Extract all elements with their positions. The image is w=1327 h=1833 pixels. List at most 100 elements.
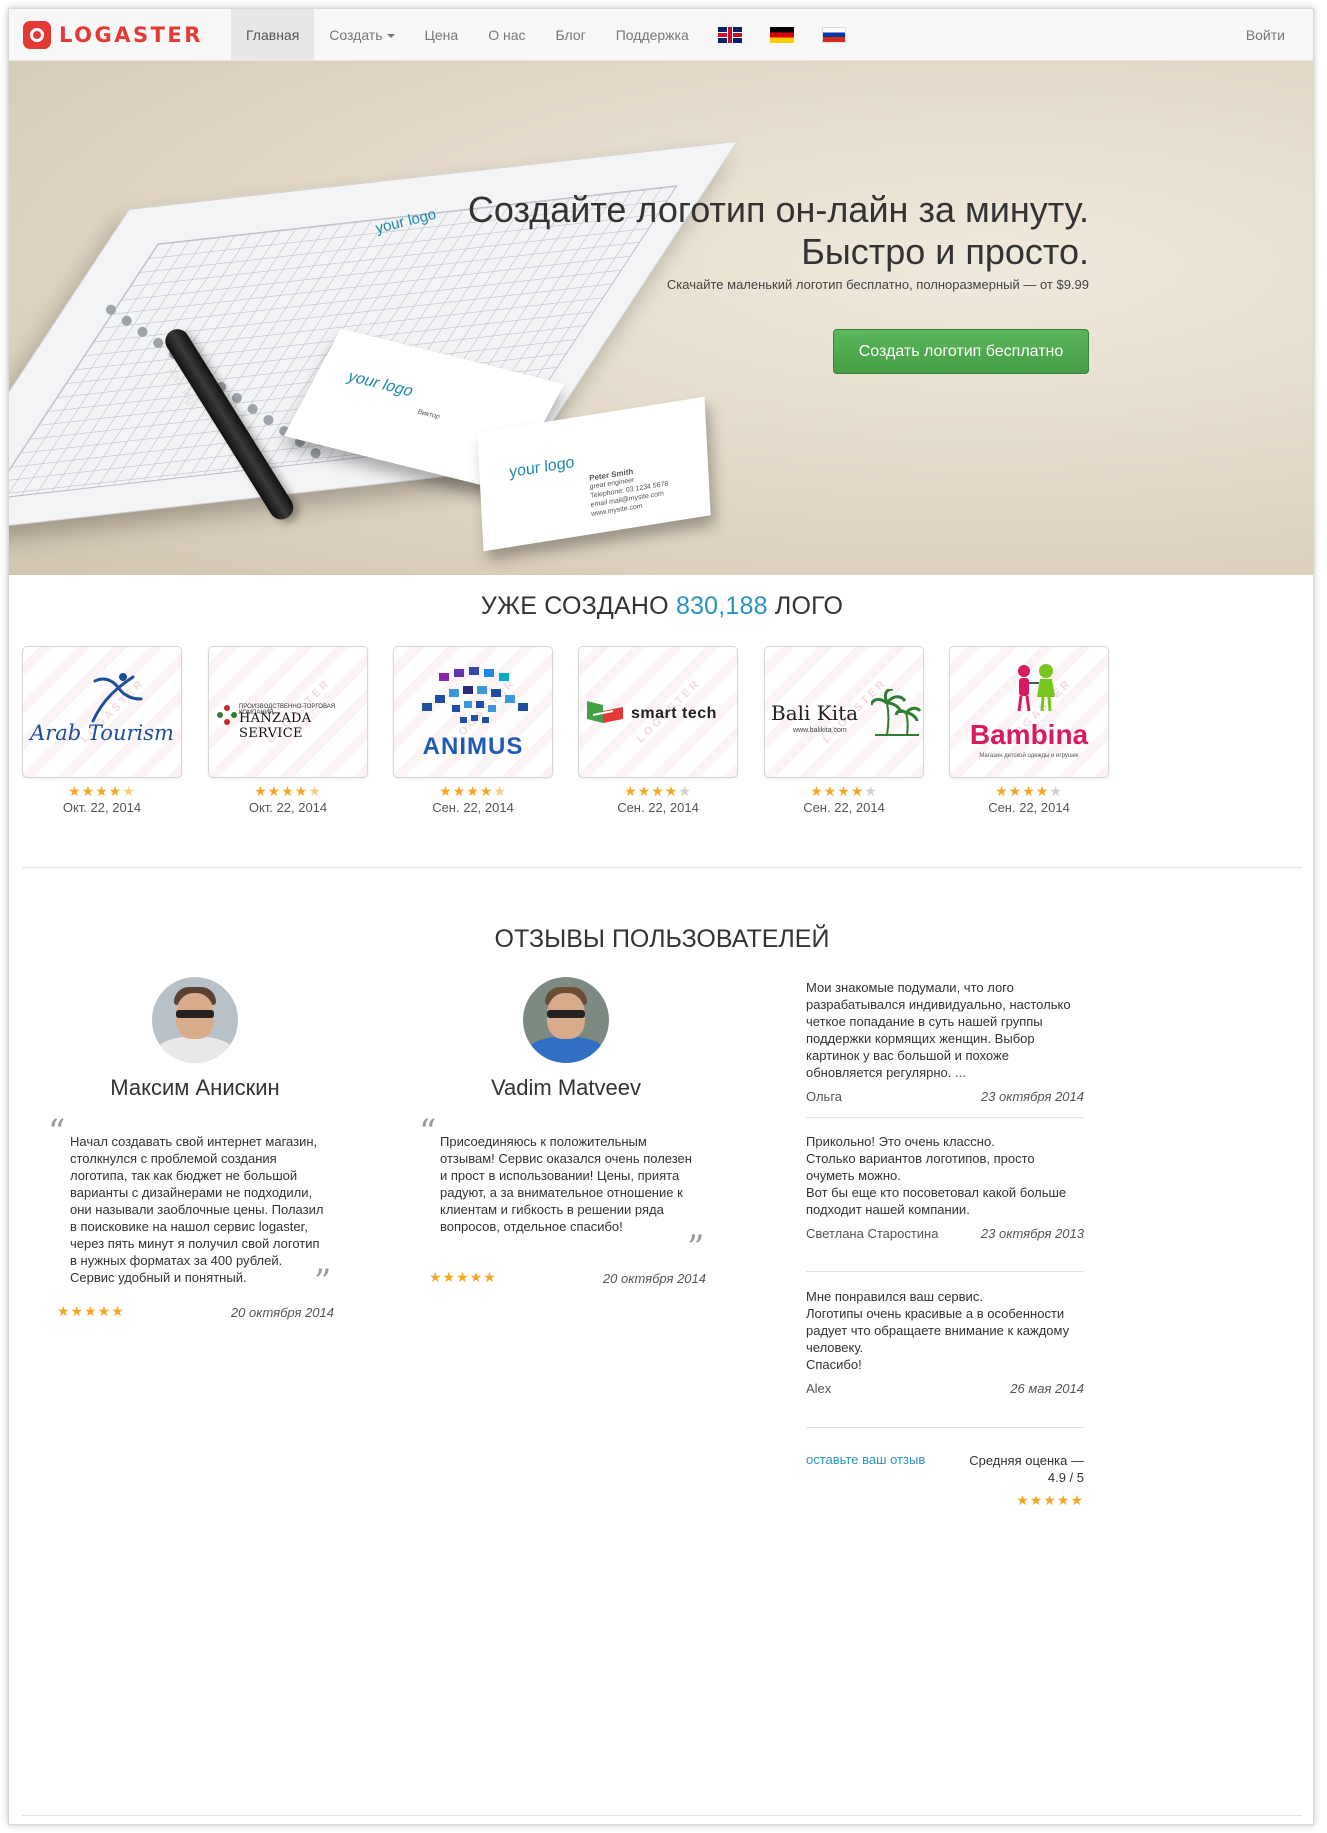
logo-rating: ★★★★★ (254, 783, 322, 799)
russia-flag-icon[interactable] (821, 27, 846, 43)
counter-number: 830,188 (675, 592, 768, 620)
logo-thumbnail[interactable]: LOGASTER Bali Kita www.balikita.com (764, 646, 924, 778)
page-frame: LOGASTER Главная Создать Цена О нас Блог… (8, 8, 1314, 1825)
reviewer-name: Максим Анискин (110, 1075, 280, 1100)
logo-date: Окт. 22, 2014 (62, 800, 142, 815)
review-rating: ★★★★★ (57, 1303, 125, 1319)
side-review: Мне понравился ваш сервис. Логотипы очен… (806, 1288, 1084, 1399)
logo-thumbnail[interactable]: LOGASTER ANIMUS (393, 646, 553, 778)
card2-details: Peter Smith great engineer Telephone: 03… (589, 458, 690, 519)
side-review: Прикольно! Это очень классно. Столько ва… (806, 1133, 1084, 1244)
review-text: Присоединяюсь к положительным отзывам! С… (440, 1134, 692, 1234)
side-review-author: Alex (806, 1381, 832, 1396)
logo-thumbnail[interactable]: LOGASTER Arab Tourism (22, 646, 182, 778)
average-rating-value: 4.9 / 5 (1047, 1470, 1084, 1485)
children-figures-icon (1017, 664, 1055, 712)
logo-date: Окт. 22, 2014 (248, 800, 328, 815)
logo-card[interactable]: LOGASTER ANIMUS ★★★★★ Сен. 22, 2014 (393, 646, 553, 815)
logo-date: Сен. 22, 2014 (803, 800, 885, 815)
side-review: Мои знакомые подумали, что лого разрабат… (806, 979, 1084, 1107)
close-quote-icon: ” (687, 1228, 705, 1268)
logo-name: Bali Kita (771, 701, 859, 725)
logo-date: Сен. 22, 2014 (617, 800, 699, 815)
logo-rating: ★★★★★ (624, 783, 692, 799)
side-review-author: Светлана Старостина (806, 1226, 939, 1241)
side-review-text: Прикольно! Это очень классно. Столько ва… (806, 1134, 1067, 1217)
logo-rating: ★★★★★ (995, 783, 1063, 799)
logo-thumbnail[interactable]: LOGASTER Bambina Магазин детской одежды … (949, 646, 1109, 778)
uk-flag-icon[interactable] (717, 27, 742, 43)
logo-rating: ★★★★★ (810, 783, 878, 799)
main-nav: Главная Создать Цена О нас Блог Поддержк… (231, 9, 860, 61)
nav-item-price[interactable]: Цена (410, 9, 474, 61)
top-navbar: LOGASTER Главная Создать Цена О нас Блог… (9, 9, 1313, 61)
logo-tagline: Магазин детской одежды и игрушек (979, 753, 1079, 759)
mosaic-arc-icon (422, 667, 528, 723)
side-review-divider (806, 1271, 1084, 1272)
leave-review-link[interactable]: оставьте ваш отзыв (806, 1452, 925, 1467)
nav-item-support[interactable]: Поддержка (601, 9, 704, 61)
hero-title: Создайте логотип он-лайн за минуту. Быст… (369, 189, 1089, 273)
logo-date: Сен. 22, 2014 (432, 800, 514, 815)
close-quote-icon: ” (314, 1262, 332, 1302)
logo-card[interactable]: LOGASTER ПРОИЗВОДСТВЕННО-ТОРГОВАЯ КОМПАН… (208, 646, 368, 815)
brand-logo[interactable]: LOGASTER (23, 21, 203, 49)
review-date: 20 октября 2014 (230, 1305, 334, 1320)
logo-tagline: www.balikita.com (793, 727, 847, 734)
side-review-divider (806, 1117, 1084, 1118)
dancer-figure-icon (91, 673, 143, 723)
nav-item-create[interactable]: Создать (314, 9, 409, 61)
reviewer-name: Vadim Matveev (491, 1075, 641, 1100)
logo-date: Сен. 22, 2014 (988, 800, 1070, 815)
nav-item-about[interactable]: О нас (473, 9, 540, 61)
logo-thumbnail[interactable]: LOGASTER ПРОИЗВОДСТВЕННО-ТОРГОВАЯ КОМПАН… (208, 646, 368, 778)
average-rating-label: Средняя оценка — (969, 1453, 1084, 1468)
logo-name: Bambina (969, 719, 1089, 750)
create-logo-button[interactable]: Создать логотип бесплатно (833, 329, 1089, 374)
logo-card[interactable]: LOGASTER smart tech ★★★★★ Сен. 22, 2014 (578, 646, 738, 815)
review-date: 20 октября 2014 (602, 1271, 706, 1286)
sunglasses-icon (547, 1010, 585, 1018)
avatar (152, 977, 238, 1063)
logo-card[interactable]: LOGASTER Bambina Магазин детской одежды … (949, 646, 1109, 815)
chair-icon (587, 701, 623, 723)
logo-gallery: LOGASTER Arab Tourism ★★★★★ Окт. 22, 201… (22, 646, 1302, 826)
side-review-text: Мне понравился ваш сервис. Логотипы очен… (806, 1289, 1070, 1372)
footer-divider (22, 1815, 1302, 1816)
logo-card[interactable]: LOGASTER Bali Kita www.balikita.com ★★★★… (764, 646, 924, 815)
nav-item-create-label: Создать (329, 27, 383, 43)
login-link[interactable]: Войти (1246, 9, 1285, 61)
logo-card[interactable]: LOGASTER Arab Tourism ★★★★★ Окт. 22, 201… (22, 646, 182, 815)
review-rating: ★★★★★ (429, 1269, 497, 1285)
logo-name: smart tech (631, 705, 717, 722)
reviews-heading: ОТЗЫВЫ ПОЛЬЗОВАТЕЛЕЙ (494, 925, 830, 953)
logos-counter-heading: УЖЕ СОЗДАНО 830,188 ЛОГО (9, 592, 1313, 621)
logaster-logo-icon (23, 21, 51, 49)
nav-item-blog[interactable]: Блог (540, 9, 600, 61)
open-quote-icon: “ (419, 1112, 437, 1152)
flower-emblem-icon (217, 705, 237, 725)
side-review-author: Ольга (806, 1089, 843, 1104)
caret-down-icon (386, 34, 395, 39)
hero-title-line1: Создайте логотип он-лайн за минуту. (467, 189, 1089, 230)
review-text: Начал создавать свой интернет магазин, с… (70, 1134, 324, 1285)
open-quote-icon: “ (48, 1112, 66, 1152)
side-review-text: Мои знакомые подумали, что лого разрабат… (806, 980, 1071, 1080)
logo-name: ANIMUS (422, 733, 524, 760)
logo-rating: ★★★★★ (439, 783, 507, 799)
logo-name: Arab Tourism (30, 721, 174, 745)
side-review-date: 23 октября 2013 (980, 1226, 1084, 1241)
card2-logo-text: your logo (508, 453, 575, 482)
side-review-divider (806, 1427, 1084, 1428)
nav-item-home[interactable]: Главная (231, 9, 315, 61)
average-rating: Средняя оценка — 4.9 / 5 (949, 1452, 1084, 1486)
germany-flag-icon[interactable] (769, 27, 794, 43)
logo-thumbnail[interactable]: LOGASTER smart tech (578, 646, 738, 778)
hero-title-line2: Быстро и просто. (801, 231, 1089, 272)
avatar (523, 977, 609, 1063)
average-rating-stars: ★★★★★ (1016, 1492, 1084, 1508)
counter-prefix: УЖЕ СОЗДАНО (480, 592, 669, 620)
logo-rating: ★★★★★ (68, 783, 136, 799)
card1-logo-text: your logo (344, 368, 417, 400)
counter-suffix: ЛОГО (774, 592, 844, 620)
